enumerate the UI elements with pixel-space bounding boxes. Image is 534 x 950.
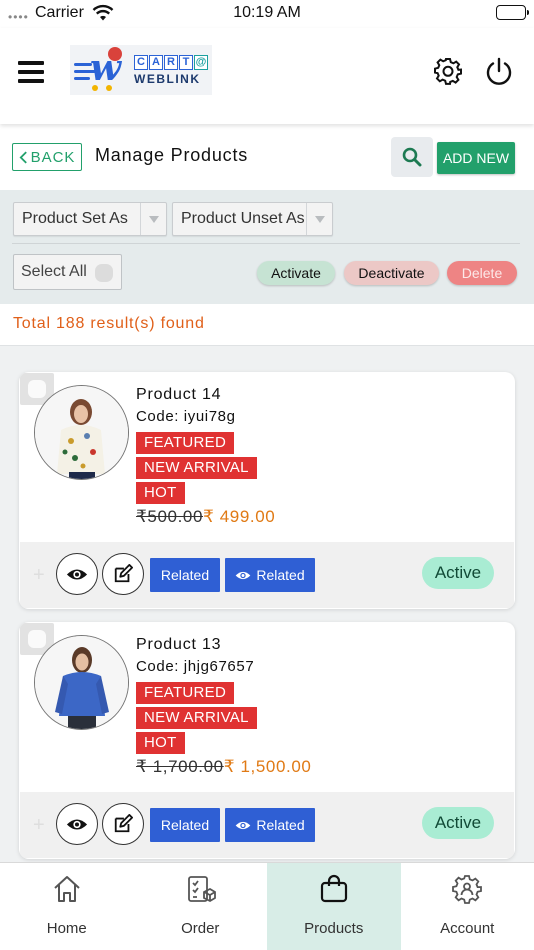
tag-badge: HOT [136,482,185,504]
clock-label: 10:19 AM [233,4,301,21]
search-icon [402,147,422,167]
delete-button[interactable]: Delete [447,261,517,285]
tab-label: Order [181,920,220,937]
home-icon [51,873,83,905]
gear-icon[interactable] [433,56,463,86]
deactivate-button[interactable]: Deactivate [344,261,439,285]
related-button[interactable]: Related [150,808,220,842]
product-tags: FEATURED NEW ARRIVAL HOT [136,432,275,504]
product-actions: + Related Related Active [20,542,514,608]
status-badge[interactable]: Active [422,557,494,589]
view-button[interactable] [56,803,98,845]
related-label: Related [160,567,210,583]
view-related-button[interactable]: Related [225,808,315,842]
logo-mark: w [70,45,130,95]
battery-icon [496,5,529,20]
status-badge[interactable]: Active [422,807,494,839]
account-gear-icon [451,873,483,905]
product-set-as-select[interactable]: Product Set As [13,202,167,236]
view-button[interactable] [56,553,98,595]
tag-badge: HOT [136,732,185,754]
shopping-bag-icon [318,873,350,905]
menu-icon[interactable] [18,61,44,83]
sale-price: ₹ 499.00 [203,507,276,526]
product-info: Product 14 Code: iyui78g FEATURED NEW AR… [136,386,275,527]
select-all-label: Select All [21,263,87,280]
tag-badge: FEATURED [136,432,235,454]
edit-button[interactable] [102,803,144,845]
tab-label: Account [440,920,495,937]
tag-badge: NEW ARRIVAL [136,457,257,479]
product-name: Product 13 [136,636,222,653]
edit-button[interactable] [102,553,144,595]
eye-icon [236,571,251,579]
edit-icon [114,814,133,833]
old-price: ₹500.00 [136,507,204,526]
product-card[interactable]: Product 14 Code: iyui78g FEATURED NEW AR… [19,372,515,609]
product-image [34,385,129,480]
product-card[interactable]: Product 13 Code: jhjg67657 FEATURED NEW … [19,622,515,859]
back-button[interactable]: BACK [12,143,82,171]
product-code: Code: jhjg67657 [136,658,255,675]
tab-order[interactable]: Order [134,863,268,950]
add-new-button[interactable]: ADD NEW [437,142,515,174]
related-label: Related [160,817,210,833]
status-bar: •••• Carrier 10:19 AM [0,0,534,28]
product-unset-as-label: Product Unset As [181,210,305,227]
tag-badge: FEATURED [136,682,235,704]
view-related-label: Related [256,567,305,583]
view-related-label: Related [256,817,305,833]
plus-icon[interactable]: + [33,814,45,837]
product-list[interactable]: Product 14 Code: iyui78g FEATURED NEW AR… [0,346,534,862]
tab-products[interactable]: Products [267,863,401,950]
chevron-left-icon [19,150,27,164]
product-image [34,635,129,730]
back-button-label: BACK [30,148,76,166]
edit-icon [114,564,133,583]
select-all-toggle[interactable]: Select All [13,254,122,290]
sale-price: ₹ 1,500.00 [223,757,312,776]
app-header: w C A R T @ WEBLINK [0,28,534,124]
page-title: Manage Products [95,145,249,165]
product-price: ₹ 1,700.00₹ 1,500.00 [136,757,311,777]
search-button[interactable] [391,137,433,177]
product-name: Product 14 [136,386,222,403]
product-set-as-label: Product Set As [22,210,128,227]
cart-weblink-logo: w C A R T @ WEBLINK [70,45,212,95]
related-button[interactable]: Related [150,558,220,592]
product-price: ₹500.00₹ 499.00 [136,507,275,527]
old-price: ₹ 1,700.00 [136,757,224,776]
tag-badge: NEW ARRIVAL [136,707,257,729]
product-tags: FEATURED NEW ARRIVAL HOT [136,682,311,754]
dropdown-arrow-icon [140,203,166,235]
tab-account[interactable]: Account [401,863,534,950]
product-unset-as-select[interactable]: Product Unset As [172,202,333,236]
product-code: Code: iyui78g [136,408,236,425]
logo-wordmark: C A R T @ WEBLINK [134,54,208,86]
product-info: Product 13 Code: jhjg67657 FEATURED NEW … [136,636,311,777]
page-toolbar: BACK Manage Products ADD NEW [0,124,534,190]
activate-button[interactable]: Activate [257,261,335,285]
filter-panel: Product Set As Product Unset As Select A… [0,190,534,304]
result-count-bar: Total 188 result(s) found [0,304,534,346]
eye-icon [236,821,251,829]
power-icon[interactable] [484,56,514,86]
dropdown-arrow-icon [306,203,332,235]
tab-home[interactable]: Home [0,863,134,950]
tab-label: Home [46,920,87,937]
select-all-checkbox[interactable] [95,264,113,282]
eye-icon [66,818,88,830]
eye-icon [66,568,88,580]
view-related-button[interactable]: Related [225,558,315,592]
divider [12,243,520,244]
product-actions: + Related Related Active [20,792,514,858]
result-count: Total 188 result(s) found [13,315,205,332]
plus-icon[interactable]: + [33,564,45,587]
tab-label: Products [304,920,364,937]
order-icon [184,873,217,905]
bottom-tab-bar: Home Order Products Account [0,862,534,950]
